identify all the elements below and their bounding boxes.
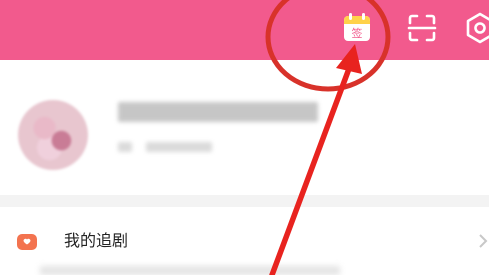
profile-section [0,60,489,195]
chevron-right-icon [478,231,488,251]
top-bar: 签 [0,0,489,60]
menu-item-my-series[interactable]: 我的追剧 [0,207,489,275]
menu-item-label: 我的追剧 [64,231,129,250]
blurred-nickname [118,102,318,122]
avatar[interactable] [18,100,88,170]
blurred-info-prefix [118,142,132,152]
settings-icon[interactable] [463,11,489,45]
tv-icon [16,232,38,252]
checkin-calendar-icon[interactable]: 签 [340,11,374,45]
blurred-info [146,142,212,152]
blurred-content [40,266,340,275]
checkin-glyph: 签 [352,26,363,40]
scan-icon[interactable] [405,11,439,45]
section-divider [0,195,489,207]
